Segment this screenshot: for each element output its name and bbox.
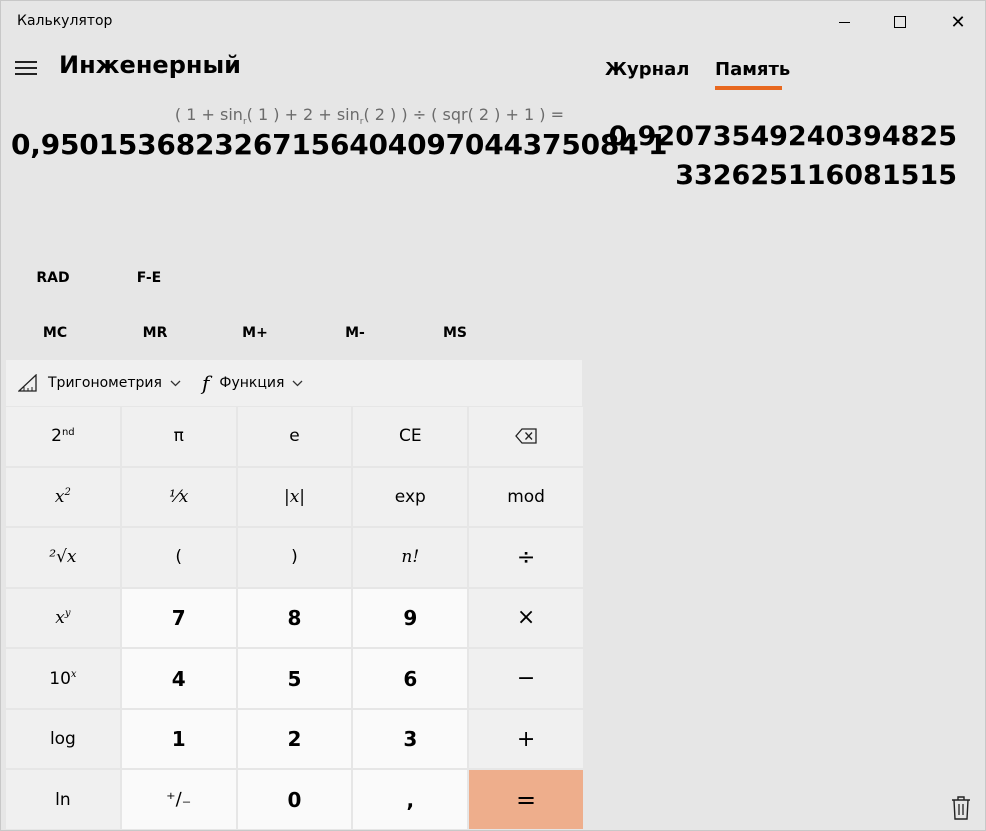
minimize-icon (838, 21, 850, 23)
multiply-button[interactable]: × (469, 588, 583, 648)
trash-icon[interactable] (949, 795, 973, 821)
function-label: Функция (219, 375, 285, 391)
negate-button[interactable]: ⁺∕₋ (121, 770, 236, 829)
digit-1-button[interactable]: 1 (121, 709, 236, 769)
page-title: Инженерный (59, 51, 241, 79)
mod-button[interactable]: mod (469, 467, 583, 527)
divide-button[interactable]: ÷ (469, 528, 583, 587)
right-paren-button[interactable]: ) (237, 528, 352, 587)
pi-button[interactable]: π (121, 407, 236, 466)
expression-display: ( 1 + sinr( 1 ) + 2 + sinr( 2 ) ) ÷ ( sq… (174, 105, 564, 128)
close-icon: ✕ (950, 11, 966, 33)
digit-7-button[interactable]: 7 (121, 588, 236, 648)
digit-5-button[interactable]: 5 (237, 649, 352, 708)
memory-item-value[interactable]: 0,92073549240394825332625116081515 (591, 117, 957, 195)
power-button[interactable]: xy (6, 588, 120, 648)
ten-power-button[interactable]: 10 x (6, 649, 120, 708)
plus-button[interactable]: + (469, 709, 583, 769)
fe-button[interactable]: F-E (101, 253, 197, 303)
chevron-down-icon (170, 380, 181, 386)
title-bar[interactable]: Калькулятор ✕ (1, 1, 986, 43)
trigonometry-dropdown[interactable]: Тригонометрия (18, 360, 181, 406)
digit-3-button[interactable]: 3 (353, 709, 468, 769)
factorial-button[interactable]: n! (353, 528, 468, 587)
log-button[interactable]: log (6, 709, 120, 769)
tab-history[interactable]: Журнал (605, 59, 689, 80)
clear-entry-button[interactable]: CE (353, 407, 468, 466)
left-paren-button[interactable]: ( (121, 528, 236, 587)
active-tab-indicator (715, 86, 782, 90)
ln-button[interactable]: ln (6, 770, 120, 829)
hamburger-menu-button[interactable] (15, 57, 39, 79)
backspace-button[interactable] (469, 407, 583, 466)
square-button[interactable]: x2 (6, 467, 120, 527)
digit-9-button[interactable]: 9 (353, 588, 468, 648)
trigonometry-label: Тригонометрия (48, 375, 162, 391)
result-display: 0,9501536823267156404097044375084 1 (11, 128, 668, 161)
memory-clear-button[interactable]: MC (5, 308, 105, 358)
minimize-button[interactable] (815, 1, 873, 43)
memory-recall-button[interactable]: MR (105, 308, 205, 358)
keypad: 2nd π e CE x2 ¹⁄x |x| exp mod ²√x ( ) n!… (6, 407, 583, 829)
calculator-window: Калькулятор ✕ Инженерный ( 1 + sinr( 1 )… (0, 0, 986, 831)
maximize-icon (894, 16, 906, 28)
angle-mode-button[interactable]: RAD (5, 253, 101, 303)
absolute-button[interactable]: |x| (237, 467, 352, 527)
triangle-ruler-icon (18, 374, 37, 392)
close-button[interactable]: ✕ (929, 1, 986, 43)
second-function-button[interactable]: 2nd (6, 407, 120, 466)
chevron-down-icon (292, 380, 303, 386)
digit-6-button[interactable]: 6 (353, 649, 468, 708)
digit-8-button[interactable]: 8 (237, 588, 352, 648)
memory-add-button[interactable]: M+ (205, 308, 305, 358)
square-root-button[interactable]: ²√x (6, 528, 120, 587)
app-title: Калькулятор (17, 13, 113, 29)
equals-button[interactable]: = (469, 770, 583, 829)
decimal-button[interactable]: , (353, 770, 468, 829)
memory-subtract-button[interactable]: M- (305, 308, 405, 358)
digit-4-button[interactable]: 4 (121, 649, 236, 708)
maximize-button[interactable] (871, 1, 929, 43)
function-dropdown[interactable]: f Функция (202, 360, 303, 406)
digit-0-button[interactable]: 0 (237, 770, 352, 829)
exp-button[interactable]: exp (353, 467, 468, 527)
reciprocal-button[interactable]: ¹⁄x (121, 467, 236, 527)
memory-store-button[interactable]: MS (405, 308, 505, 358)
digit-2-button[interactable]: 2 (237, 709, 352, 769)
function-bar: Тригонометрия f Функция (6, 360, 582, 406)
function-icon: f (202, 371, 210, 395)
euler-button[interactable]: e (237, 407, 352, 466)
tab-memory[interactable]: Память (715, 59, 790, 80)
hamburger-icon (15, 61, 37, 63)
backspace-icon (515, 428, 537, 444)
minus-button[interactable]: − (469, 649, 583, 708)
